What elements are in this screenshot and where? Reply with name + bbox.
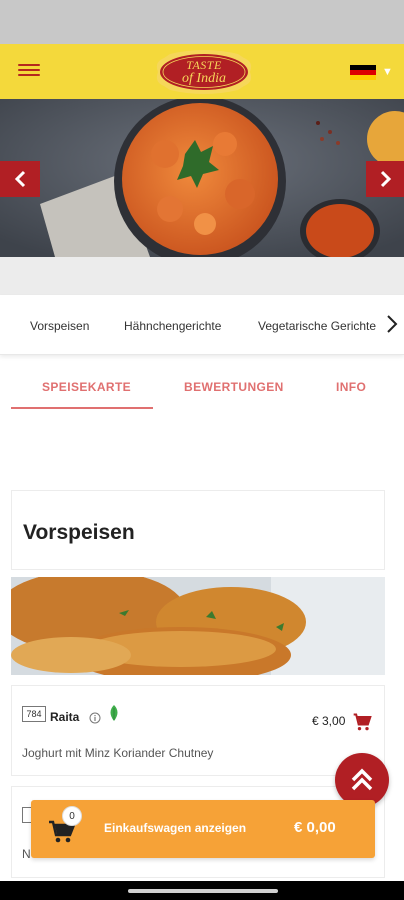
hero-food-image	[0, 99, 404, 257]
item-description: N	[22, 847, 31, 861]
germany-flag-icon	[350, 65, 376, 80]
tab-bewertungen[interactable]: BEWERTUNGEN	[184, 380, 284, 394]
dropdown-caret-icon: ▼	[382, 66, 393, 78]
tab-info[interactable]: INFO	[336, 380, 366, 394]
menu-item-card[interactable]: 784 Raita € 3,00 Joghurt mit Minz Korian…	[11, 685, 385, 776]
view-cart-button[interactable]: 0 Einkaufswagen anzeigen € 0,00	[31, 800, 375, 858]
chevron-right-icon	[380, 170, 392, 188]
item-number: 784	[22, 706, 46, 722]
system-navigation-bar	[0, 881, 404, 900]
item-price: € 3,00	[312, 714, 346, 728]
category-vegetarische-gerichte[interactable]: Vegetarische Gerichte	[258, 319, 376, 333]
category-vorspeisen[interactable]: Vorspeisen	[30, 319, 89, 333]
category-scroll-right-button[interactable]	[380, 309, 404, 339]
item-description: Joghurt mit Minz Koriander Chutney	[22, 746, 214, 760]
category-haehnchengerichte[interactable]: Hähnchengerichte	[124, 319, 221, 333]
info-icon[interactable]	[89, 712, 101, 724]
double-chevron-up-icon	[351, 768, 373, 791]
hamburger-menu-icon[interactable]	[18, 61, 40, 81]
hero-spacer	[0, 257, 404, 295]
hero-carousel	[0, 99, 404, 257]
logo-line-1: TASTE	[186, 58, 222, 72]
cart-label: Einkaufswagen anzeigen	[104, 821, 247, 835]
scroll-to-top-button[interactable]	[335, 753, 389, 807]
section-title: Vorspeisen	[23, 521, 135, 544]
taste-of-india-logo[interactable]: TASTE of India	[150, 48, 258, 96]
status-bar	[0, 0, 404, 44]
chevron-left-icon	[14, 170, 26, 188]
section-image	[11, 577, 385, 675]
cart-total: € 0,00	[294, 819, 336, 836]
section-header-card: Vorspeisen	[11, 490, 385, 570]
language-selector[interactable]: ▼	[350, 64, 396, 80]
carousel-next-button[interactable]	[366, 161, 404, 197]
vegetarian-leaf-icon	[110, 705, 118, 721]
add-to-cart-icon[interactable]	[352, 712, 372, 732]
chevron-right-icon	[387, 315, 398, 333]
cart-count-badge: 0	[62, 806, 82, 826]
category-nav: Vorspeisen Hähnchengerichte Vegetarische…	[0, 295, 404, 355]
app-header: TASTE of India ▼	[0, 44, 404, 99]
home-gesture-handle[interactable]	[128, 889, 278, 893]
item-name: Raita	[50, 710, 80, 724]
active-tab-indicator	[11, 407, 153, 409]
content-tabs: SPEISEKARTE BEWERTUNGEN INFO	[0, 362, 404, 410]
logo-line-2: of India	[182, 71, 226, 86]
carousel-prev-button[interactable]	[0, 161, 40, 197]
tab-speisekarte[interactable]: SPEISEKARTE	[42, 380, 131, 394]
